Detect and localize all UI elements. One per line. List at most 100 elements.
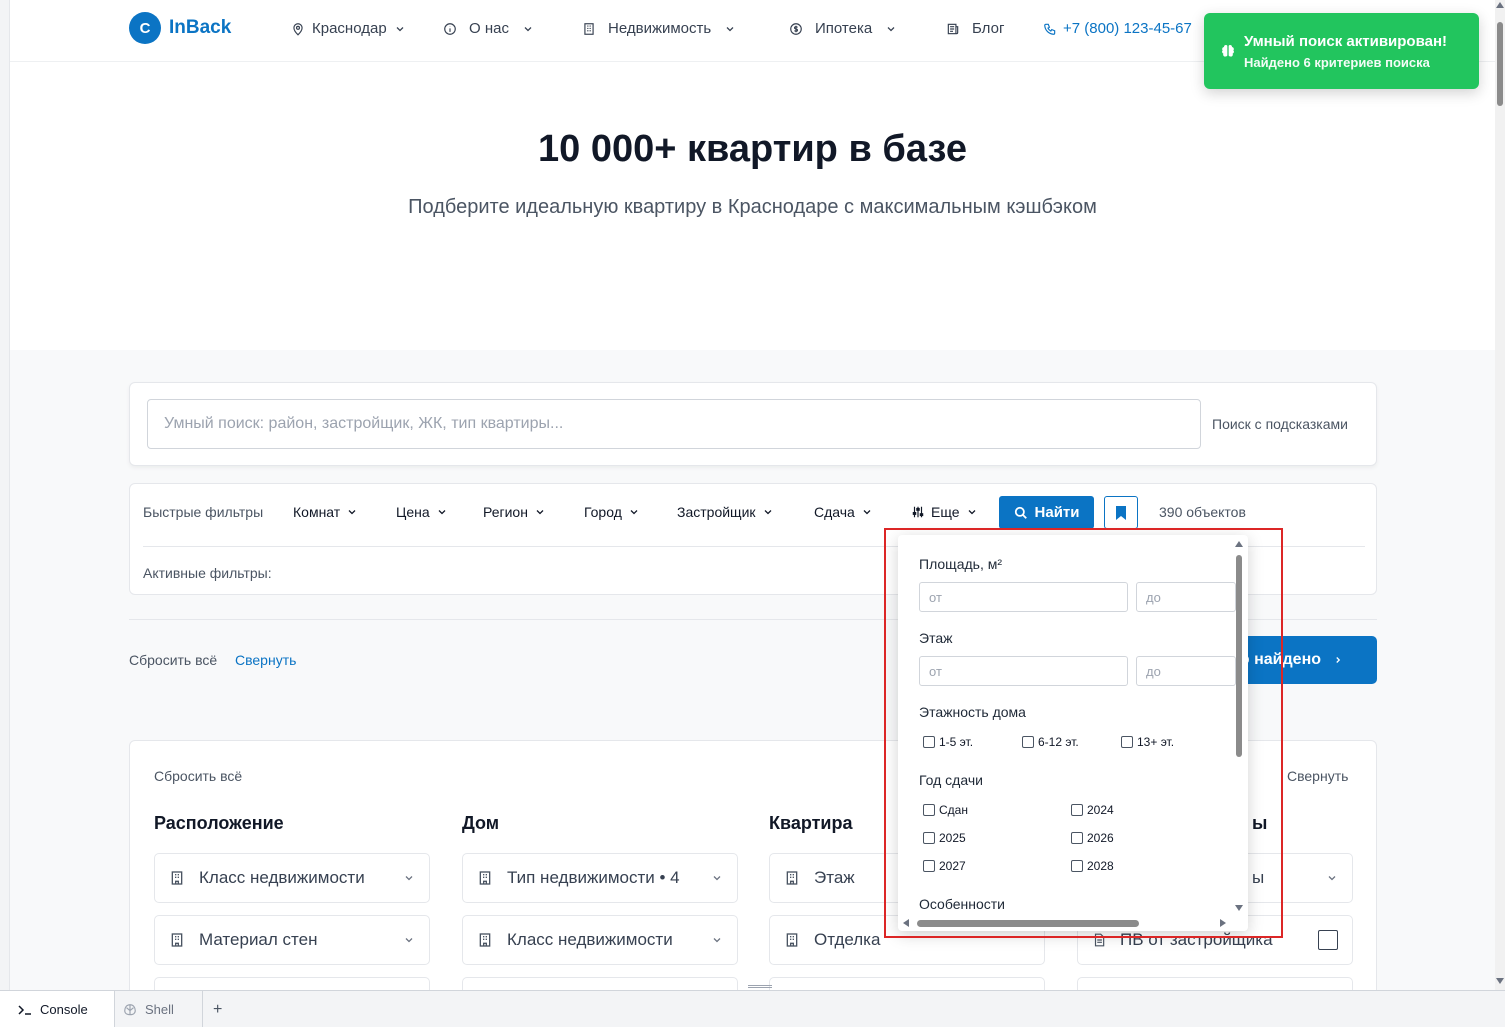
- add-tab-button[interactable]: +: [208, 991, 232, 1027]
- smart-search-input[interactable]: [147, 399, 1201, 449]
- phone-link[interactable]: +7 (800) 123-45-67: [1043, 20, 1192, 37]
- hero-subtitle: Подберите идеальную квартиру в Краснодар…: [408, 196, 1097, 218]
- column-title-apartment: Квартира: [769, 813, 853, 833]
- dropdown-scroll-thumb[interactable]: [1236, 555, 1242, 757]
- checkbox[interactable]: [1071, 804, 1083, 816]
- scroll-right-arrow-icon[interactable]: [1220, 919, 1226, 927]
- chevron-down-icon: [396, 26, 404, 31]
- building-icon: [786, 933, 798, 947]
- sliders-icon: [912, 506, 924, 518]
- year-label: Год сдачи: [919, 772, 983, 788]
- extended-collapse-link[interactable]: Свернуть: [1287, 768, 1348, 784]
- checkbox[interactable]: [923, 736, 935, 748]
- phone-icon: [1044, 23, 1056, 35]
- logo-badge[interactable]: C: [129, 12, 161, 44]
- logo-text[interactable]: InBack: [169, 17, 231, 39]
- filter-more[interactable]: Еще: [911, 504, 978, 520]
- checkbox-label: 13+ эт.: [1137, 735, 1175, 749]
- filter-rooms-label: Комнат: [293, 504, 341, 520]
- save-search-button[interactable]: [1104, 496, 1138, 529]
- quick-filters-label: Быстрые фильтры: [143, 504, 264, 520]
- filter-rooms[interactable]: Комнат: [293, 504, 358, 520]
- select-label: ы: [1252, 868, 1265, 887]
- checkbox[interactable]: [1022, 736, 1034, 748]
- area-from-input[interactable]: [919, 582, 1128, 612]
- select-property-class[interactable]: Класс недвижимости: [154, 853, 430, 903]
- chevron-down-icon: [726, 26, 734, 31]
- nav-blog[interactable]: Блог: [946, 20, 1004, 37]
- storeys-label: Этажность дома: [919, 704, 1026, 720]
- page-scroll-thumb[interactable]: [1497, 22, 1503, 106]
- area-label: Площадь, м²: [919, 556, 1003, 572]
- panel-resize-handle[interactable]: [748, 985, 772, 988]
- chevron-down-icon: [405, 876, 413, 881]
- chevron-down-icon: [764, 510, 771, 515]
- filter-region[interactable]: Регион: [483, 504, 546, 520]
- year-checkbox-done[interactable]: Сдан: [923, 803, 968, 817]
- floor-to-input[interactable]: [1136, 656, 1236, 686]
- checkbox[interactable]: [1071, 832, 1083, 844]
- dropdown-horizontal-scroll-thumb[interactable]: [917, 920, 1139, 927]
- tab-console[interactable]: Console: [0, 991, 115, 1027]
- year-checkbox-2027[interactable]: 2027: [923, 859, 966, 873]
- search-hints-label[interactable]: Поиск с подсказками: [1212, 416, 1348, 432]
- select-house-class[interactable]: Класс недвижимости: [462, 915, 738, 965]
- map-pin-icon: [293, 22, 303, 36]
- nav-about-label: О нас: [469, 20, 509, 37]
- developer-installment-checkbox[interactable]: [1318, 930, 1338, 950]
- floor-from-input[interactable]: [919, 656, 1128, 686]
- building-icon: [479, 871, 491, 885]
- nav-realty[interactable]: Недвижимость: [582, 20, 736, 37]
- results-count: 390 объектов: [1159, 504, 1246, 520]
- checkbox[interactable]: [923, 804, 935, 816]
- filter-more-label: Еще: [931, 504, 960, 520]
- page-scrollbar[interactable]: [1495, 0, 1505, 990]
- year-checkbox-2025[interactable]: 2025: [923, 831, 966, 845]
- storeys-checkbox-6-12[interactable]: 6-12 эт.: [1022, 735, 1079, 749]
- reset-all-link[interactable]: Сбросить всё: [129, 652, 217, 668]
- select-wall-material[interactable]: Материал стен: [154, 915, 430, 965]
- checkbox[interactable]: [923, 832, 935, 844]
- year-checkbox-2028[interactable]: 2028: [1071, 859, 1114, 873]
- building-icon: [171, 871, 183, 885]
- extended-reset-link[interactable]: Сбросить всё: [154, 768, 242, 784]
- storeys-checkbox-13plus[interactable]: 13+ эт.: [1121, 735, 1174, 749]
- checkbox-label: 1-5 эт.: [939, 735, 974, 749]
- smart-search-toast[interactable]: Умный поиск активирован! Найдено 6 крите…: [1204, 13, 1479, 89]
- nav-about[interactable]: О нас: [443, 20, 534, 37]
- year-checkbox-2024[interactable]: 2024: [1071, 803, 1114, 817]
- nav-mortgage[interactable]: Ипотека: [789, 20, 897, 37]
- nav-city-label: Краснодар: [312, 20, 387, 37]
- building-icon: [584, 22, 594, 35]
- filter-price[interactable]: Цена: [396, 504, 448, 520]
- checkbox[interactable]: [1121, 736, 1133, 748]
- scroll-down-arrow-icon[interactable]: [1496, 978, 1504, 984]
- chevron-down-icon: [1328, 876, 1336, 881]
- toast-subtitle: Найдено 6 критериев поиска: [1244, 55, 1430, 70]
- nav-city[interactable]: Краснодар: [291, 20, 406, 37]
- scroll-up-arrow-icon[interactable]: [1496, 2, 1504, 8]
- area-to-input[interactable]: [1136, 582, 1236, 612]
- collapse-link[interactable]: Свернуть: [235, 652, 296, 668]
- chevron-down-icon: [863, 510, 871, 515]
- filter-city[interactable]: Город: [584, 504, 640, 520]
- select-label: Материал стен: [199, 930, 318, 949]
- year-checkbox-2026[interactable]: 2026: [1071, 831, 1114, 845]
- find-button-label: Найти: [1034, 504, 1080, 521]
- filter-completion[interactable]: Сдача: [814, 504, 873, 520]
- select-property-type[interactable]: Тип недвижимости • 4: [462, 853, 738, 903]
- column-title-fourth: ы: [1252, 813, 1268, 833]
- storeys-checkbox-1-5[interactable]: 1-5 эт.: [923, 735, 973, 749]
- scroll-left-arrow-icon[interactable]: [903, 919, 909, 927]
- features-label: Особенности: [919, 896, 1005, 912]
- checkbox[interactable]: [923, 860, 935, 872]
- checkbox[interactable]: [1071, 860, 1083, 872]
- find-button[interactable]: Найти: [999, 496, 1094, 529]
- scroll-up-arrow-icon[interactable]: [1235, 541, 1243, 547]
- filter-developer[interactable]: Застройщик: [677, 504, 774, 520]
- filter-price-label: Цена: [396, 504, 430, 520]
- tab-shell[interactable]: Shell: [115, 991, 203, 1027]
- scroll-down-arrow-icon[interactable]: [1235, 905, 1243, 911]
- chevron-right-icon: [1336, 657, 1341, 663]
- dropdown-vertical-scrollbar[interactable]: [1234, 541, 1244, 911]
